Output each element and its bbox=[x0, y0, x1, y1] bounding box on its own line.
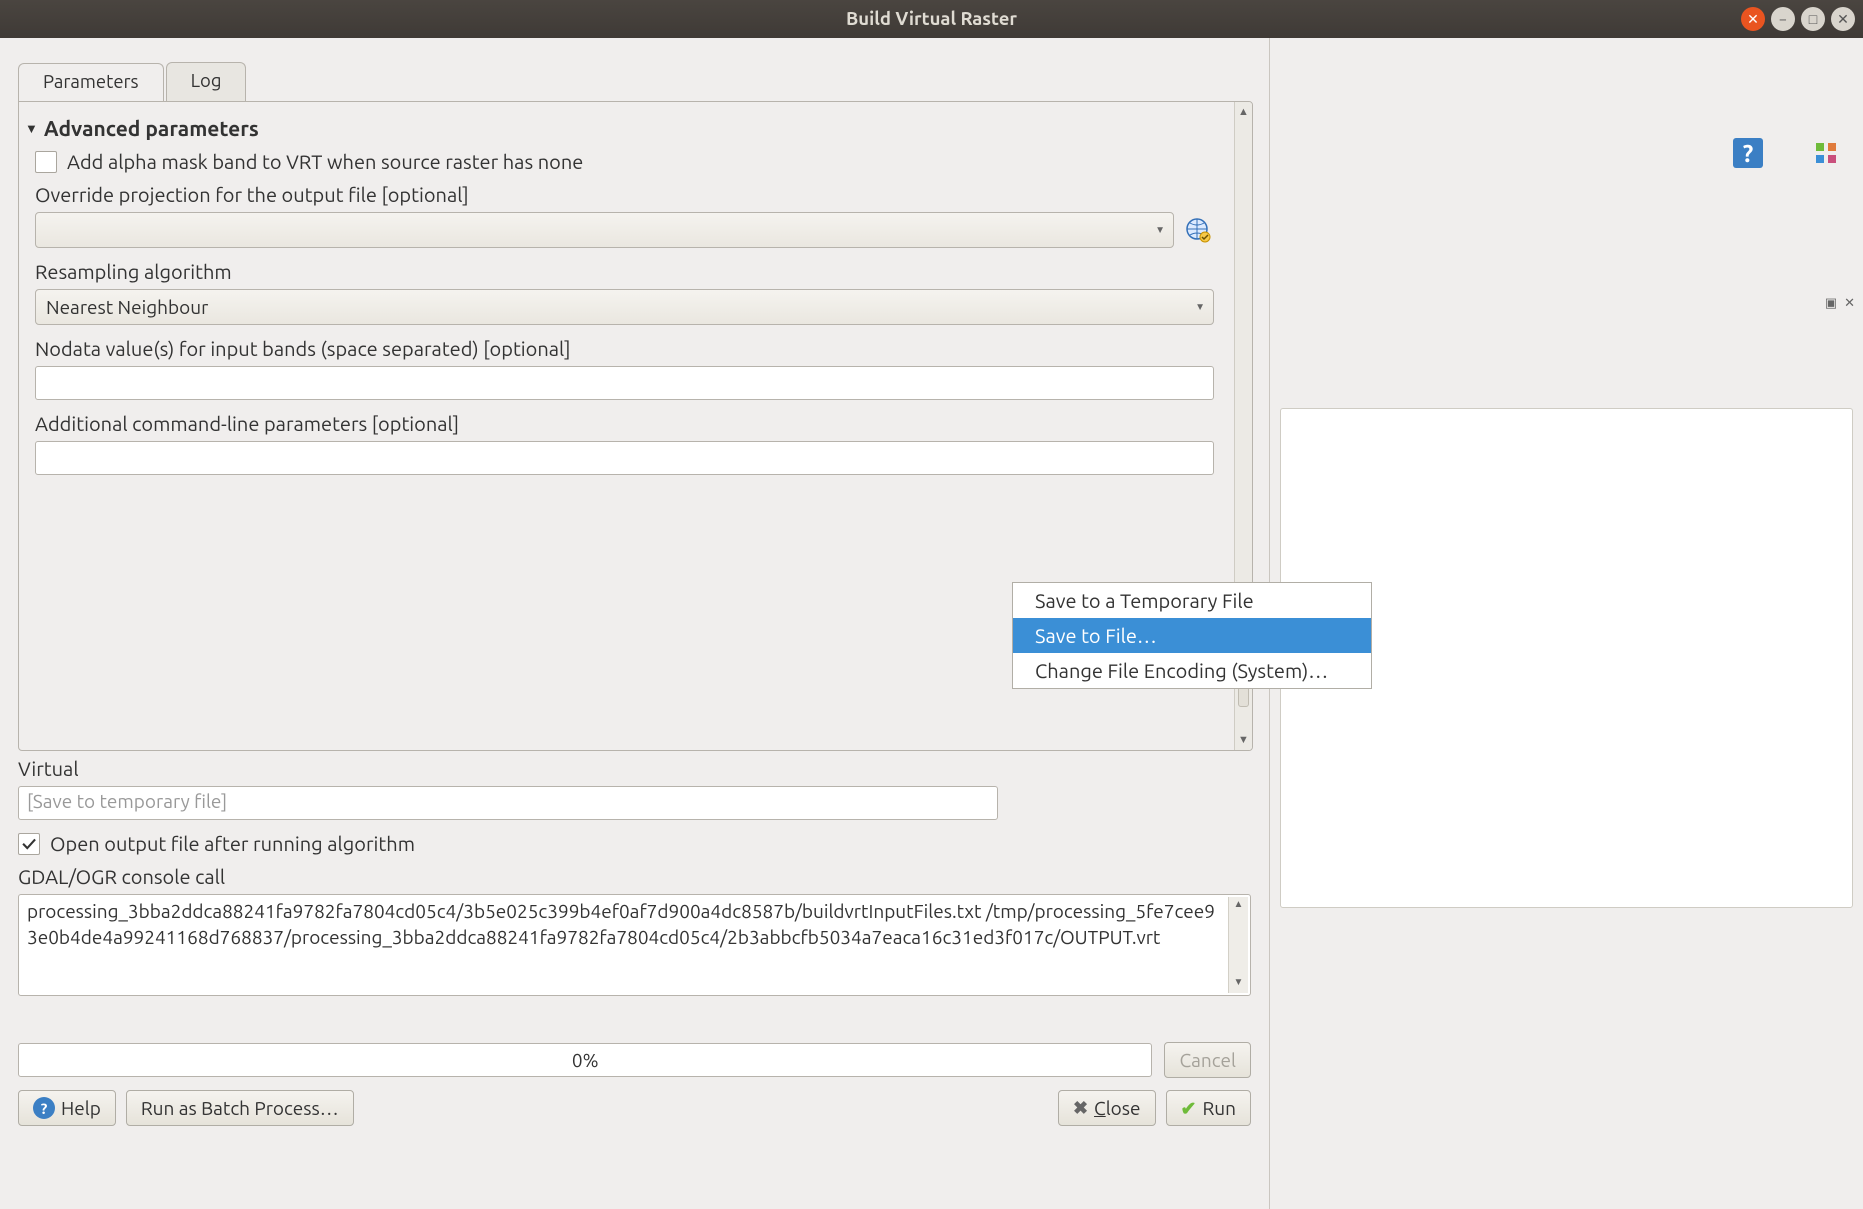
chevron-down-icon: ▼ bbox=[1155, 224, 1165, 236]
close-button[interactable]: ✖ CCloselose bbox=[1058, 1090, 1156, 1126]
help-icon: ? bbox=[33, 1097, 55, 1119]
tab-log[interactable]: Log bbox=[166, 62, 247, 101]
override-projection-label: Override projection for the output file … bbox=[35, 183, 1220, 206]
output-save-menu: Save to a Temporary File Save to File… C… bbox=[1012, 582, 1372, 689]
nodata-input[interactable] bbox=[35, 366, 1214, 400]
advanced-parameters-header[interactable]: ▼ Advanced parameters bbox=[25, 116, 1220, 140]
globe-icon bbox=[1185, 217, 1211, 243]
additional-cmd-label: Additional command-line parameters [opti… bbox=[35, 412, 1220, 435]
scroll-up-icon[interactable]: ▲ bbox=[1229, 897, 1248, 915]
window-close-button[interactable]: ✕ bbox=[1741, 7, 1765, 31]
progress-bar: 0% bbox=[18, 1043, 1152, 1077]
run-button[interactable]: ✔ Run bbox=[1166, 1090, 1251, 1126]
window-title: Build Virtual Raster bbox=[10, 9, 1853, 29]
menu-save-to-file[interactable]: Save to File… bbox=[1013, 618, 1371, 653]
window-maximize-button[interactable]: □ bbox=[1801, 7, 1825, 31]
open-output-checkbox[interactable] bbox=[18, 833, 40, 855]
collapse-icon: ▼ bbox=[25, 121, 38, 136]
scroll-down-icon[interactable]: ▼ bbox=[1229, 975, 1248, 993]
panel-dock-handle[interactable]: ▣ ✕ bbox=[1825, 296, 1857, 311]
close-icon: ✖ bbox=[1073, 1098, 1088, 1119]
virtual-label: Virtual bbox=[18, 757, 1251, 780]
menu-change-encoding[interactable]: Change File Encoding (System)… bbox=[1013, 653, 1371, 688]
check-icon: ✔ bbox=[1181, 1097, 1197, 1120]
window-minimize-button[interactable]: − bbox=[1771, 7, 1795, 31]
cancel-button[interactable]: Cancel bbox=[1164, 1042, 1251, 1078]
open-output-label: Open output file after running algorithm bbox=[50, 832, 415, 855]
window-extra-button[interactable]: ✕ bbox=[1831, 7, 1855, 31]
help-panel-icon[interactable]: ? bbox=[1733, 138, 1763, 168]
tab-bar: Parameters Log bbox=[18, 62, 1269, 101]
run-batch-button[interactable]: Run as Batch Process… bbox=[126, 1090, 354, 1126]
resampling-combo[interactable]: Nearest Neighbour ▼ bbox=[35, 289, 1214, 325]
resampling-label: Resampling algorithm bbox=[35, 260, 1220, 283]
titlebar: Build Virtual Raster ✕ − □ ✕ bbox=[0, 0, 1863, 38]
alpha-mask-label: Add alpha mask band to VRT when source r… bbox=[67, 150, 583, 173]
additional-cmd-input[interactable] bbox=[35, 441, 1214, 475]
override-projection-combo[interactable]: ▼ bbox=[35, 212, 1174, 248]
dialog-area: Parameters Log ▼ Advanced parameters Add… bbox=[0, 38, 1270, 1209]
scroll-down-icon[interactable]: ▼ bbox=[1235, 730, 1252, 750]
chevron-down-icon: ▼ bbox=[1195, 301, 1205, 313]
alpha-mask-checkbox[interactable] bbox=[35, 151, 57, 173]
console-scrollbar[interactable]: ▲ ▼ bbox=[1228, 897, 1248, 993]
gdal-console-output: processing_3bba2ddca88241fa9782fa7804cd0… bbox=[18, 894, 1251, 996]
crs-selector-button[interactable] bbox=[1182, 214, 1214, 246]
nodata-label: Nodata value(s) for input bands (space s… bbox=[35, 337, 1220, 360]
menu-save-temp[interactable]: Save to a Temporary File bbox=[1013, 583, 1371, 618]
help-button[interactable]: ? Help bbox=[18, 1090, 116, 1126]
scroll-up-icon[interactable]: ▲ bbox=[1235, 102, 1252, 122]
tab-parameters[interactable]: Parameters bbox=[18, 63, 164, 102]
virtual-output-input[interactable]: [Save to temporary file] bbox=[18, 786, 998, 820]
gdal-console-label: GDAL/OGR console call bbox=[18, 865, 1251, 888]
plugin-icon[interactable] bbox=[1811, 138, 1841, 168]
